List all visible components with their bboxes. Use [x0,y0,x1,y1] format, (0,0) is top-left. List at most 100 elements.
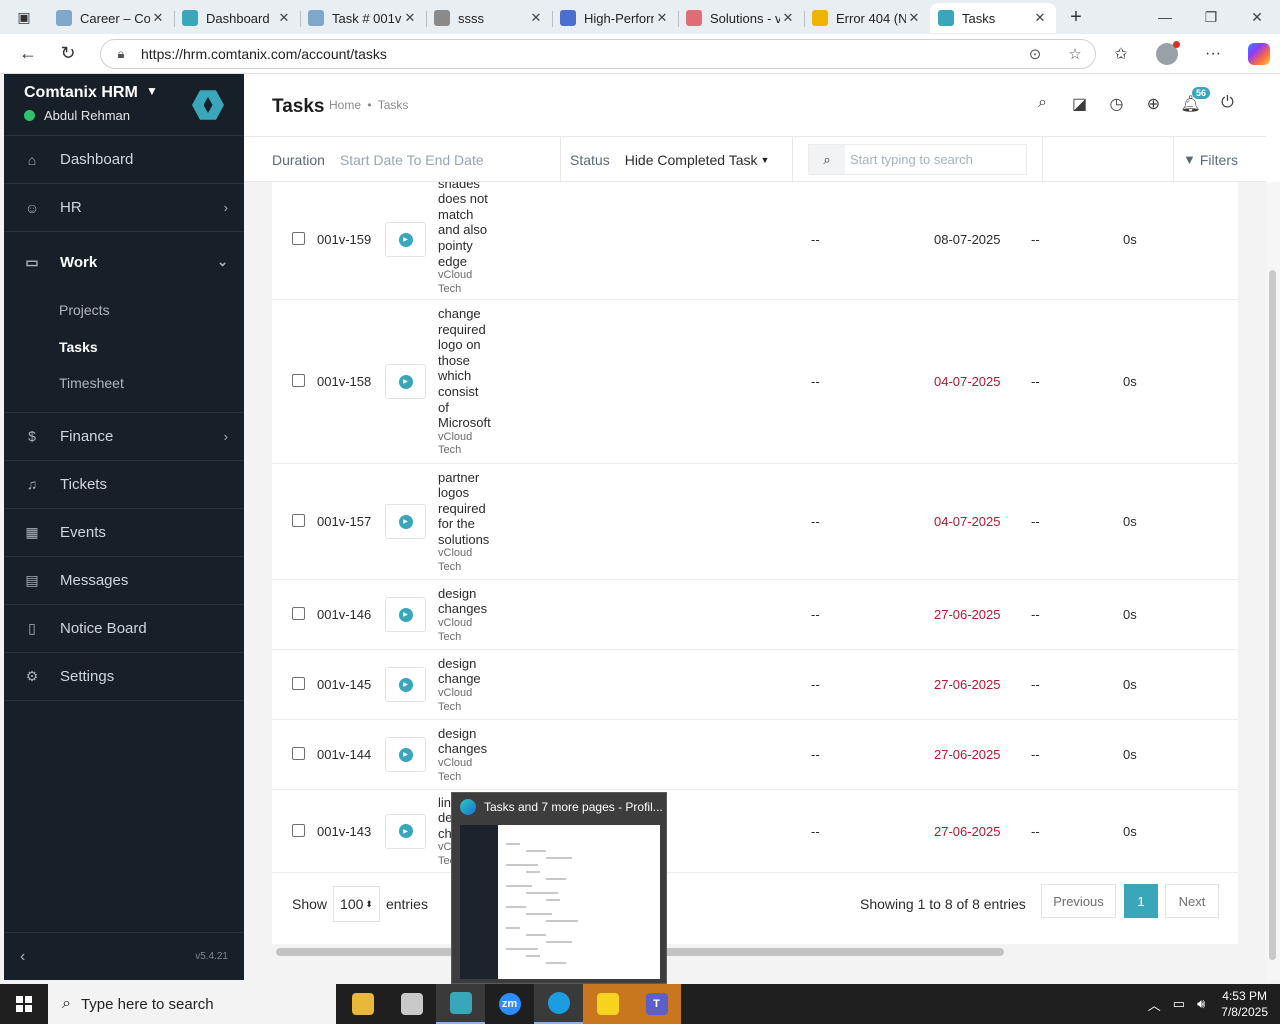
lock-icon[interactable]: 🔒︎ [101,46,141,62]
task-name-line[interactable]: shades [438,182,508,191]
start-timer-button[interactable]: ▶ [385,222,426,257]
task-code[interactable]: 001v-159 [317,232,371,247]
sidebar-item-notice-board[interactable]: ▯ Notice Board [4,605,244,653]
task-name-line[interactable]: design [438,656,508,672]
task-name-line[interactable]: solutions [438,532,508,548]
clock-icon[interactable]: ◷ [1098,94,1135,114]
task-name-line[interactable]: those [438,353,508,369]
close-window-icon[interactable]: ✕ [1234,0,1280,34]
task-name-line[interactable]: for the [438,516,508,532]
start-timer-button[interactable]: ▶ [385,597,426,632]
sidebar-item-work[interactable]: ▭ Work ⌄ [4,232,244,292]
collapse-sidebar-icon[interactable]: ‹ [20,948,25,966]
row-checkbox[interactable] [292,514,305,527]
edge-taskbar-button[interactable] [534,984,583,1024]
task-name-line[interactable]: logo on [438,337,508,353]
filters-button[interactable]: ▼ Filters [1183,137,1238,182]
task-code[interactable]: 001v-145 [317,677,371,692]
favorite-star-icon[interactable]: ☆ [1055,45,1095,63]
reader-icon[interactable]: ⊙ [1015,45,1055,63]
row-checkbox[interactable] [292,823,305,837]
horizontal-scrollbar[interactable] [272,946,1238,960]
start-button[interactable] [0,984,48,1024]
search-icon[interactable]: ⌕ [1024,94,1061,114]
vertical-scrollbar[interactable] [1266,182,1280,980]
browser-tab[interactable]: Tasks ✕ [930,3,1056,33]
close-tab-icon[interactable]: ✕ [528,10,544,26]
new-tab-button[interactable]: + [1056,6,1096,29]
preview-thumbnail[interactable] [460,825,660,979]
close-tab-icon[interactable]: ✕ [150,10,166,26]
power-icon[interactable]: ⏻ [1209,94,1246,114]
close-tab-icon[interactable]: ✕ [906,10,922,26]
start-timer-button[interactable]: ▶ [385,504,426,539]
status-select[interactable]: Hide Completed Task [625,152,758,168]
task-name-line[interactable]: which [438,368,508,384]
start-timer-button[interactable]: ▶ [385,737,426,772]
project-name-line[interactable]: Tech [438,771,508,785]
browser-tab[interactable]: Solutions - vCloud✕ [678,3,804,33]
task-name-line[interactable]: consist [438,384,508,400]
search-input[interactable] [845,145,1026,174]
sidebar-item-settings[interactable]: ⚙ Settings [4,653,244,701]
project-name-line[interactable]: vCloud [438,547,508,561]
start-timer-button[interactable]: ▶ [385,364,426,399]
row-checkbox[interactable] [292,374,305,387]
address-bar[interactable]: 🔒︎ https://hrm.comtanix.com/account/task… [100,39,1096,69]
browser-tab[interactable]: Task # 001v-159✕ [300,3,426,33]
paint-taskbar-button[interactable] [387,984,436,1024]
task-name-line[interactable]: edge [438,254,508,270]
file-explorer-taskbar-button[interactable] [338,984,387,1024]
task-name-line[interactable]: logos [438,485,508,501]
company-name[interactable]: Comtanix HRM [24,84,138,102]
browser-tab[interactable]: Error 404 (Not Found)✕ [804,3,930,33]
sidebar-subitem-timesheet[interactable]: Timesheet [4,365,244,402]
start-timer-button[interactable]: ▶ [385,667,426,702]
page-size-select[interactable]: 100 ⬍ [333,886,380,922]
teams-taskbar-button[interactable]: T [632,984,681,1024]
sidebar-item-hr[interactable]: ☺ HR › [4,184,244,232]
copilot-icon[interactable] [1248,43,1270,65]
task-name-line[interactable]: partner [438,470,508,486]
sidebar-subitem-tasks[interactable]: Tasks [4,329,244,366]
browser-tab[interactable]: ssss ✕ [426,3,552,33]
favorites-icon[interactable]: ✩ [1098,44,1144,64]
browser-tab[interactable]: High-Performance✕ [552,3,678,33]
task-name-line[interactable]: and also [438,222,508,238]
add-circle-icon[interactable]: ⊕ [1135,94,1172,114]
project-name-line[interactable]: vCloud [438,757,508,771]
project-name-line[interactable]: Tech [438,444,508,458]
next-page-button[interactable]: Next [1165,884,1219,918]
row-checkbox[interactable] [292,677,305,690]
scroll-thumb[interactable] [1269,270,1276,960]
close-tab-icon[interactable]: ✕ [654,10,670,26]
close-tab-icon[interactable]: ✕ [1032,10,1048,26]
task-name-line[interactable]: change [438,671,508,687]
network-icon[interactable]: ▭ [1173,996,1185,1012]
row-checkbox[interactable] [292,607,305,620]
clock[interactable]: 4:53 PM 7/8/2025 [1221,988,1268,1020]
sidebar-item-dashboard[interactable]: ⌂ Dashboard [4,136,244,184]
project-name-line[interactable]: vCloud [438,431,508,445]
duration-filter[interactable]: Duration Start Date To End Date [272,137,484,182]
status-filter[interactable]: Status Hide Completed Task ▼ [570,137,769,182]
task-name-line[interactable]: design [438,726,508,742]
more-menu-icon[interactable]: ··· [1190,45,1236,63]
task-code[interactable]: 001v-144 [317,747,371,762]
profile-avatar[interactable] [1156,41,1180,65]
project-name-line[interactable]: Tech [438,561,508,575]
sidebar-subitem-projects[interactable]: Projects [4,292,244,329]
task-name-line[interactable]: required [438,322,508,338]
task-name-line[interactable]: Microsoft [438,415,508,431]
taskbar-thumbnail-preview[interactable]: Tasks and 7 more pages - Profil... [451,792,667,984]
sidebar-item-events[interactable]: ▦ Events [4,509,244,557]
bell-icon[interactable]: 🔔︎ 56 [1172,87,1211,114]
previous-page-button[interactable]: Previous [1041,884,1116,918]
sticky-notes-taskbar-button[interactable] [583,984,632,1024]
close-tab-icon[interactable]: ✕ [402,10,418,26]
sticky-note-icon[interactable]: ◪ [1061,94,1098,114]
task-name-line[interactable]: match [438,207,508,223]
task-name-line[interactable]: pointy [438,238,508,254]
close-tab-icon[interactable]: ✕ [276,10,292,26]
comtanix-app-taskbar-button[interactable] [436,984,485,1024]
